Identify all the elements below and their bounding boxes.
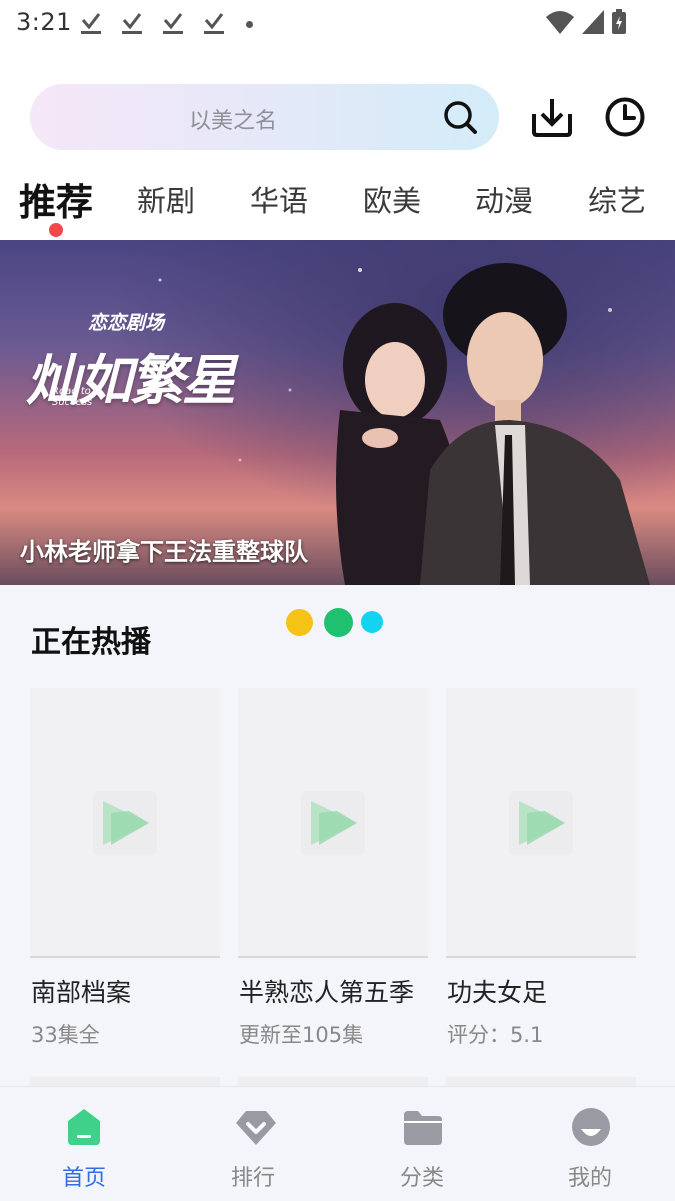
system-icons bbox=[545, 9, 627, 35]
card-title: 功夫女足 bbox=[447, 978, 548, 1007]
home-icon bbox=[68, 1109, 100, 1145]
wifi-icon bbox=[546, 11, 574, 34]
play-placeholder-icon bbox=[93, 791, 157, 855]
tab-western[interactable]: 欧美 bbox=[363, 178, 421, 220]
battery-icon bbox=[612, 9, 626, 34]
bottom-navigation: 首页 排行 分类 我的 bbox=[0, 1086, 675, 1201]
search-placeholder: 以美之名 bbox=[189, 109, 278, 134]
more-notifications-dot bbox=[246, 20, 253, 28]
nav-label-ranking: 排行 bbox=[230, 1166, 275, 1191]
search-bar[interactable]: 以美之名 bbox=[30, 84, 499, 150]
nav-ranking[interactable]: 排行 bbox=[193, 1087, 313, 1201]
video-card[interactable]: 功夫女足 评分：5.1 bbox=[446, 688, 636, 1047]
download-complete-icon bbox=[204, 13, 224, 34]
tab-recommend[interactable]: 推荐 bbox=[19, 172, 93, 226]
video-card[interactable]: 南部档案 33集全 bbox=[30, 688, 220, 1047]
download-complete-icon bbox=[81, 13, 101, 34]
section-title-now-playing: 正在热播 bbox=[31, 625, 151, 660]
notification-icons bbox=[80, 10, 253, 38]
banner-drama-subtitle: Road to Success bbox=[52, 386, 93, 408]
download-complete-icon bbox=[163, 13, 183, 34]
card-subtitle: 33集全 bbox=[31, 1023, 100, 1047]
play-placeholder-icon bbox=[301, 791, 365, 855]
nav-category[interactable]: 分类 bbox=[362, 1087, 482, 1201]
history-icon[interactable] bbox=[604, 96, 646, 138]
poster-placeholder[interactable] bbox=[446, 688, 636, 958]
carousel-dot[interactable] bbox=[286, 608, 313, 636]
banner-brand-logo: 恋恋剧场 bbox=[88, 312, 165, 334]
tab-variety[interactable]: 综艺 bbox=[588, 178, 646, 220]
nav-label-home: 首页 bbox=[61, 1166, 106, 1191]
featured-banner[interactable]: 恋恋剧场 灿如繁星 Road to Success 小林老师拿下王法重整球队 bbox=[0, 240, 675, 585]
card-title: 南部档案 bbox=[31, 978, 132, 1007]
download-complete-icon bbox=[122, 13, 142, 34]
profile-icon bbox=[572, 1108, 610, 1146]
nav-label-category: 分类 bbox=[399, 1166, 444, 1191]
carousel-dot[interactable] bbox=[324, 607, 353, 637]
nav-profile[interactable]: 我的 bbox=[530, 1087, 650, 1201]
card-subtitle: 更新至105集 bbox=[239, 1023, 364, 1047]
poster-placeholder[interactable] bbox=[238, 688, 428, 958]
tab-new-drama[interactable]: 新剧 bbox=[137, 178, 195, 220]
nav-label-profile: 我的 bbox=[567, 1166, 612, 1191]
banner-caption: 小林老师拿下王法重整球队 bbox=[20, 538, 308, 566]
download-icon[interactable] bbox=[531, 96, 573, 138]
signal-icon bbox=[582, 10, 604, 34]
category-tabs: 推荐 新剧 华语 欧美 动漫 综艺 bbox=[0, 170, 675, 237]
carousel-dot[interactable] bbox=[361, 611, 383, 633]
video-card[interactable]: 半熟恋人第五季 更新至105集 bbox=[238, 688, 428, 1047]
play-placeholder-icon bbox=[509, 791, 573, 855]
poster-placeholder[interactable] bbox=[30, 688, 220, 958]
ranking-icon bbox=[236, 1111, 276, 1145]
tab-anime[interactable]: 动漫 bbox=[475, 178, 533, 220]
card-title: 半熟恋人第五季 bbox=[239, 978, 415, 1007]
status-bar: 3:21 bbox=[0, 0, 675, 46]
tab-chinese[interactable]: 华语 bbox=[250, 178, 308, 220]
status-time: 3:21 bbox=[16, 8, 72, 36]
card-subtitle: 评分：5.1 bbox=[447, 1023, 544, 1047]
active-tab-indicator bbox=[49, 223, 63, 237]
nav-home[interactable]: 首页 bbox=[24, 1087, 144, 1201]
carousel-indicator bbox=[286, 607, 383, 637]
folder-icon bbox=[404, 1111, 442, 1145]
search-icon[interactable] bbox=[442, 99, 478, 135]
